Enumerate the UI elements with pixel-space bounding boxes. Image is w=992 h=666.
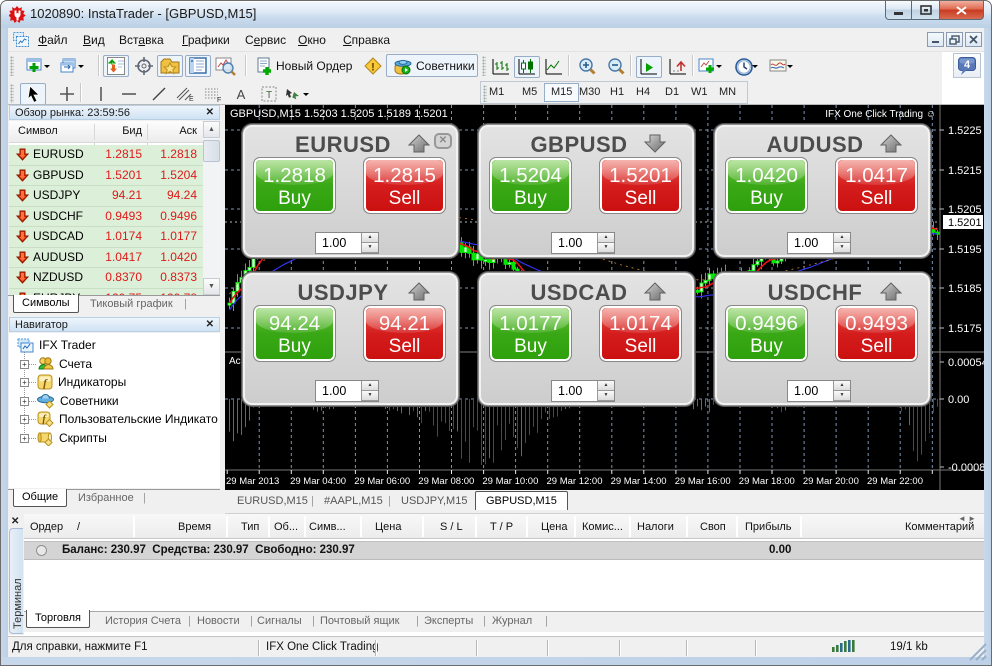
- svg-text:4: 4: [964, 59, 971, 71]
- svg-text:1.5225: 1.5225: [948, 125, 982, 137]
- svg-text:E: E: [189, 96, 194, 103]
- svg-text:29 Mar 12:00: 29 Mar 12:00: [547, 476, 603, 487]
- svg-text:0.00: 0.00: [948, 394, 969, 406]
- svg-text:29 Mar 22:00: 29 Mar 22:00: [867, 476, 923, 487]
- svg-text:29 Mar 20:00: 29 Mar 20:00: [803, 476, 859, 487]
- svg-text:GBPUSD,M15 1.5203 1.5205 1.51: GBPUSD,M15 1.5203 1.5205 1.5189 1.5201: [230, 108, 448, 120]
- svg-text:1.5215: 1.5215: [948, 165, 982, 177]
- svg-text:29 Mar 16:00: 29 Mar 16:00: [675, 476, 731, 487]
- svg-text:T: T: [266, 90, 272, 101]
- svg-text:!: !: [371, 62, 375, 74]
- svg-text:29 Mar 06:00: 29 Mar 06:00: [354, 476, 410, 487]
- svg-text:29 Mar 04:00: 29 Mar 04:00: [290, 476, 346, 487]
- svg-text:29 Mar 18:00: 29 Mar 18:00: [739, 476, 795, 487]
- svg-text:IFX One Click Trading ☺: IFX One Click Trading ☺: [825, 109, 936, 120]
- svg-text:29 Mar 14:00: 29 Mar 14:00: [611, 476, 667, 487]
- svg-text:29 Mar 08:00: 29 Mar 08:00: [418, 476, 474, 487]
- svg-text:1.5185: 1.5185: [948, 283, 982, 295]
- svg-text:1.5201: 1.5201: [948, 217, 982, 229]
- svg-text:1.5175: 1.5175: [948, 323, 982, 335]
- svg-text:29 Mar 10:00: 29 Mar 10:00: [482, 476, 538, 487]
- svg-text:1.5205: 1.5205: [948, 204, 982, 216]
- svg-text:0.000541: 0.000541: [948, 357, 984, 369]
- svg-text:A: A: [237, 87, 246, 102]
- svg-text:29 Mar 2013: 29 Mar 2013: [226, 476, 279, 487]
- svg-text:1.5195: 1.5195: [948, 244, 982, 256]
- svg-text:-0.00086: -0.00086: [948, 462, 984, 474]
- svg-text:F: F: [217, 97, 221, 103]
